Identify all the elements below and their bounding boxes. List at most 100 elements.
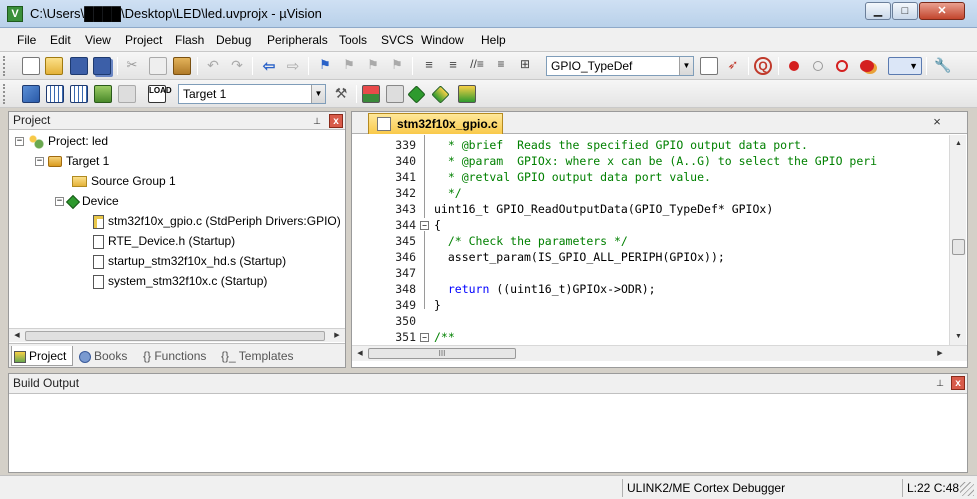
scroll-down-icon[interactable]: ▼ xyxy=(952,330,965,343)
scroll-thumb[interactable]: III xyxy=(368,348,516,359)
find-icon[interactable] xyxy=(700,57,718,75)
collapse-icon[interactable]: − xyxy=(55,197,64,207)
close-window-button[interactable]: ✕ xyxy=(919,2,965,20)
select-packs-icon[interactable] xyxy=(407,85,426,104)
line-number: 351 xyxy=(395,330,416,344)
comment-icon[interactable]: //≡ xyxy=(468,57,486,75)
bookmark-clear-icon[interactable]: ⚑ xyxy=(388,57,406,75)
tab-stm32f10x-gpio-c[interactable]: stm32f10x_gpio.c xyxy=(368,113,503,134)
scroll-right-icon[interactable]: ▶ xyxy=(331,330,343,342)
pack-installer-icon[interactable] xyxy=(431,85,450,104)
menu-view[interactable]: View xyxy=(85,33,111,47)
nav-back-icon[interactable]: ⇦ xyxy=(260,57,278,75)
tab-books[interactable]: Books xyxy=(77,346,139,366)
scroll-thumb[interactable] xyxy=(25,331,325,341)
tree-item-gpio-file[interactable]: stm32f10x_gpio.c (StdPeriph Drivers:GPIO… xyxy=(93,212,341,230)
project-horizontal-scrollbar[interactable]: ◀ ▶ xyxy=(9,328,345,342)
tree-item-target[interactable]: − Target 1 xyxy=(35,152,109,170)
open-folder-icon[interactable] xyxy=(45,57,63,75)
uncomment-icon[interactable]: ≡ xyxy=(492,57,510,75)
tab-project[interactable]: Project xyxy=(11,346,73,366)
menu-project[interactable]: Project xyxy=(125,33,162,47)
find-combo[interactable]: GPIO_TypeDef ▼ xyxy=(546,56,694,76)
editor-vertical-scrollbar[interactable]: ▲ ▼ xyxy=(949,135,966,345)
project-panel-close-button[interactable]: x xyxy=(329,114,343,128)
scroll-left-icon[interactable]: ◀ xyxy=(11,330,23,342)
tab-functions[interactable]: {} Functions xyxy=(141,346,213,366)
run-time-env-icon[interactable] xyxy=(458,85,476,103)
build-output-close-button[interactable]: x xyxy=(951,376,965,390)
download-icon[interactable]: LOAD xyxy=(148,85,172,103)
manage-components-icon[interactable] xyxy=(362,85,380,103)
save-all-icon[interactable] xyxy=(93,57,111,75)
fold-collapse-icon[interactable]: − xyxy=(420,333,429,342)
scroll-up-icon[interactable]: ▲ xyxy=(952,137,965,150)
debug-session-icon[interactable]: Q xyxy=(754,57,772,75)
tree-item-rte-device[interactable]: RTE_Device.h (Startup) xyxy=(93,232,235,250)
paste-icon[interactable] xyxy=(173,57,191,75)
menu-debug[interactable]: Debug xyxy=(216,33,251,47)
menu-peripherals[interactable]: Peripherals xyxy=(267,33,328,47)
scroll-left-icon[interactable]: ◀ xyxy=(354,348,366,360)
pin-icon[interactable]: ⊥ xyxy=(311,115,323,127)
uvision-app-icon[interactable]: V xyxy=(7,6,23,22)
pin-icon[interactable]: ⊥ xyxy=(934,377,946,389)
stop-build-icon[interactable] xyxy=(118,85,136,103)
target-combo[interactable]: Target 1 ▼ xyxy=(178,84,326,104)
fold-collapse-icon[interactable]: − xyxy=(420,221,429,230)
menu-edit[interactable]: Edit xyxy=(50,33,71,47)
collapse-icon[interactable]: − xyxy=(35,157,44,167)
copy-icon[interactable] xyxy=(149,57,167,75)
find-in-files-icon[interactable]: ⊞ xyxy=(516,57,534,75)
indent-icon[interactable]: ≡ xyxy=(420,57,438,75)
build-icon[interactable] xyxy=(46,85,64,103)
editor-horizontal-scrollbar[interactable]: ◀ III ▶ xyxy=(352,345,967,361)
unindent-icon[interactable]: ≡ xyxy=(444,57,462,75)
bookmark-next-icon[interactable]: ⚑ xyxy=(364,57,382,75)
tree-item-system[interactable]: system_stm32f10x.c (Startup) xyxy=(93,272,267,290)
resize-grip[interactable] xyxy=(960,482,974,496)
bookmark-prev-icon[interactable]: ⚑ xyxy=(340,57,358,75)
menu-flash[interactable]: Flash xyxy=(175,33,204,47)
scroll-right-icon[interactable]: ▶ xyxy=(934,348,946,360)
batch-build-icon[interactable] xyxy=(94,85,112,103)
tree-item-device[interactable]: − Device xyxy=(55,192,119,210)
cut-icon[interactable]: ✂ xyxy=(123,57,141,75)
menu-svcs[interactable]: SVCS xyxy=(381,33,414,47)
maximize-button[interactable]: □ xyxy=(892,2,918,20)
collapse-icon[interactable]: − xyxy=(15,137,24,147)
toolbar-grip[interactable] xyxy=(3,84,7,104)
tree-item-startup[interactable]: startup_stm32f10x_hd.s (Startup) xyxy=(93,252,286,270)
target-options-icon[interactable]: ⚒ xyxy=(332,85,350,103)
tree-item-source-group[interactable]: Source Group 1 xyxy=(72,172,176,190)
save-icon[interactable] xyxy=(70,57,88,75)
tab-templates[interactable]: {}_ Templates xyxy=(219,346,297,366)
tree-item-project[interactable]: − Project: led xyxy=(15,132,108,150)
file-extensions-icon[interactable] xyxy=(386,85,404,103)
nav-forward-icon[interactable]: ⇨ xyxy=(284,57,302,75)
code-area[interactable]: * @brief Reads the specified GPIO output… xyxy=(434,135,948,345)
breakpoint-kill-icon[interactable] xyxy=(860,60,874,72)
menu-file[interactable]: File xyxy=(17,33,36,47)
menu-tools[interactable]: Tools xyxy=(339,33,367,47)
breakpoint-enable-icon[interactable] xyxy=(813,61,823,71)
undo-icon[interactable]: ↶ xyxy=(204,57,222,75)
minimize-button[interactable]: ▁ xyxy=(865,2,891,20)
breakpoint-disable-icon[interactable] xyxy=(836,60,848,72)
breakpoint-insert-icon[interactable] xyxy=(789,61,799,71)
scroll-thumb[interactable] xyxy=(952,239,965,255)
redo-icon[interactable]: ↷ xyxy=(228,57,246,75)
translate-icon[interactable] xyxy=(22,85,40,103)
find-replace-icon[interactable]: ➶ xyxy=(724,57,742,75)
close-tab-icon[interactable]: × xyxy=(930,115,944,130)
menu-window[interactable]: Window xyxy=(421,33,464,47)
toolbar-grip[interactable] xyxy=(3,56,7,76)
menu-help[interactable]: Help xyxy=(481,33,506,47)
new-file-icon[interactable] xyxy=(22,57,40,75)
configure-icon[interactable]: 🔧 xyxy=(934,57,952,75)
rebuild-icon[interactable] xyxy=(70,85,88,103)
chevron-down-icon[interactable]: ▼ xyxy=(679,57,693,75)
window-layout-icon[interactable]: ▼ xyxy=(888,57,922,75)
chevron-down-icon[interactable]: ▼ xyxy=(311,85,325,103)
bookmark-icon[interactable]: ⚑ xyxy=(316,57,334,75)
